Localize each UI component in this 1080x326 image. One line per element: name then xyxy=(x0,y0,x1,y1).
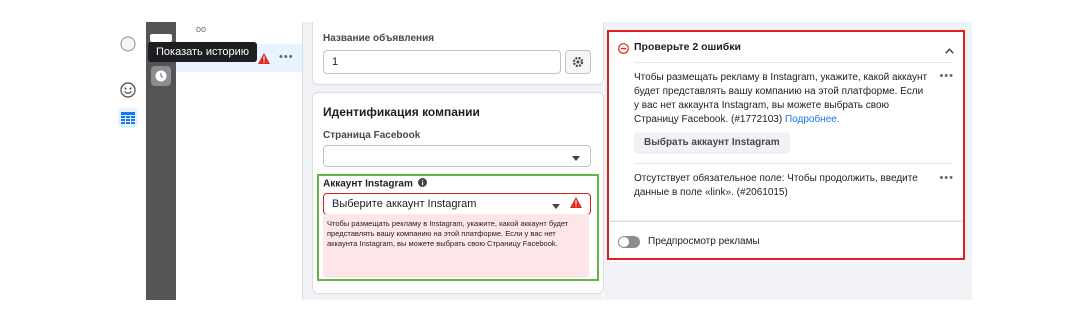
ad-name-label: Название объявления xyxy=(323,33,435,44)
instagram-highlight-box xyxy=(317,174,599,281)
history-strip xyxy=(146,22,176,300)
gear-icon[interactable] xyxy=(565,50,591,74)
ad-name-input[interactable]: 1 xyxy=(323,50,561,74)
identity-heading: Идентификация компании xyxy=(323,105,480,119)
table-icon[interactable] xyxy=(118,108,138,128)
errors-highlight-box xyxy=(607,30,965,260)
more-icon[interactable]: ••• xyxy=(279,51,294,63)
warning-icon xyxy=(258,51,270,69)
circle-icon[interactable] xyxy=(118,34,138,54)
left-rail xyxy=(108,22,146,300)
smile-icon[interactable] xyxy=(118,80,138,100)
ad-name-value: 1 xyxy=(332,56,339,68)
ad-name-card: Название объявления 1 xyxy=(312,22,604,85)
facebook-page-label: Страница Facebook xyxy=(323,130,421,141)
clock-icon[interactable] xyxy=(151,66,171,86)
strip-tab xyxy=(150,34,172,42)
history-tooltip: Показать историю xyxy=(148,42,258,62)
tree-glyph: oo xyxy=(196,24,207,34)
facebook-page-select[interactable] xyxy=(323,145,591,167)
chevron-down-icon xyxy=(572,152,580,164)
